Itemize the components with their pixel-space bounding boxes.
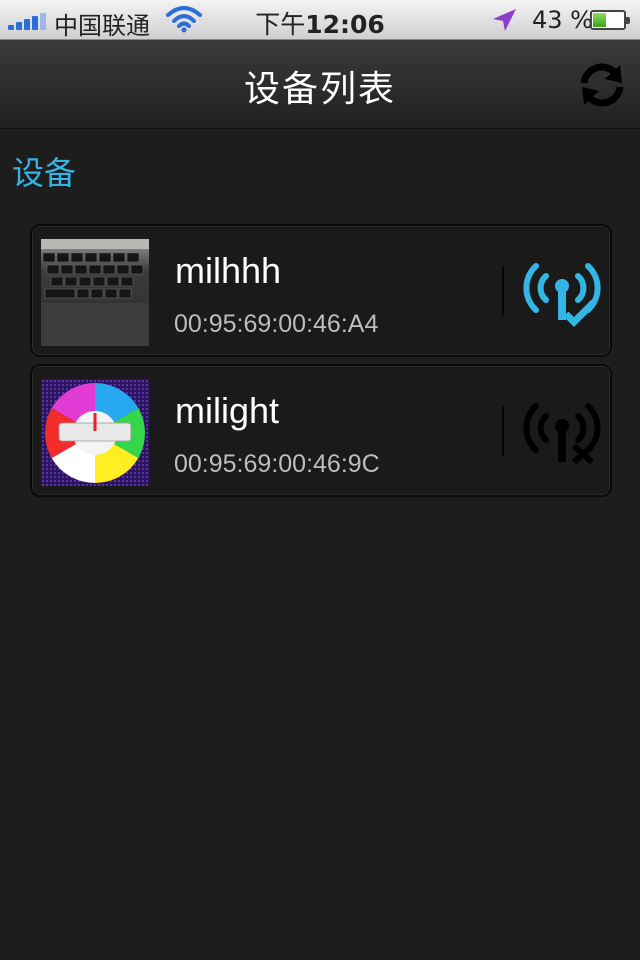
device-mac-address: 00:95:69:00:46:A4 xyxy=(174,310,379,338)
battery-icon xyxy=(590,10,630,30)
time-value: 12:06 xyxy=(305,10,385,39)
battery-fill xyxy=(593,13,607,27)
device-mac-address: 00:95:69:00:46:9C xyxy=(174,450,380,478)
divider xyxy=(502,406,504,456)
section-header-devices: 设备 xyxy=(12,154,77,192)
battery-percent: 43 % xyxy=(532,6,593,34)
device-name: milight xyxy=(175,390,280,431)
device-list-item[interactable]: milight 00:95:69:00:46:9C xyxy=(30,364,612,497)
time-period: 下午 xyxy=(255,10,306,39)
refresh-icon[interactable] xyxy=(574,57,630,113)
divider xyxy=(502,266,504,316)
wireless-connected-icon[interactable] xyxy=(522,256,602,328)
navigation-bar: 设备列表 xyxy=(0,40,640,129)
device-list-item[interactable]: milhhh 00:95:69:00:46:A4 xyxy=(30,224,612,357)
location-arrow-icon xyxy=(493,9,516,31)
status-bar: 中国联通 下午12:06 43 % xyxy=(0,0,640,40)
wireless-disconnected-icon[interactable] xyxy=(522,396,602,468)
device-thumbnail-milight xyxy=(41,379,149,486)
page-title: 设备列表 xyxy=(243,69,396,110)
device-name: milhhh xyxy=(175,250,282,291)
device-thumbnail-keyboard xyxy=(41,239,149,346)
